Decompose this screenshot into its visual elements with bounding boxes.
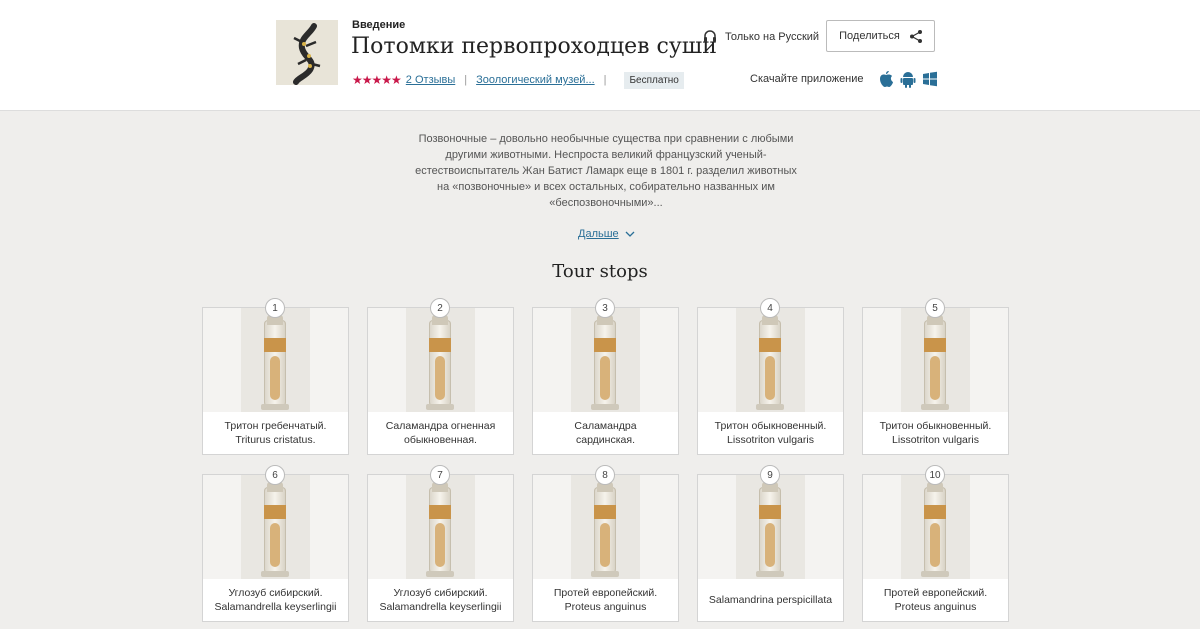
stop-name-line: Протей европейский. [553, 587, 658, 599]
tour-stop-card[interactable]: 3 Саламандра сардинская. [532, 298, 679, 455]
stop-number: 10 [925, 465, 945, 485]
specimen-photo [863, 308, 1008, 412]
stop-number: 3 [595, 298, 615, 318]
tour-stop-card[interactable]: 9 Salamandrina perspicillata [697, 465, 844, 622]
stop-latin-name: обыкновенная. [404, 434, 477, 446]
divider: | [603, 74, 607, 86]
stop-caption: Salamandrina perspicillata [698, 579, 843, 621]
tour-stop-card[interactable]: 10 Протей европейский. Proteus anguinus [862, 465, 1009, 622]
read-more-link[interactable]: Дальше [578, 228, 635, 240]
audio-language-label: Только на Русский [725, 30, 820, 43]
reviews-link[interactable]: 2 Отзывы [406, 74, 455, 86]
stop-latin-name: сардинская. [575, 434, 635, 446]
specimen-photo [203, 475, 348, 579]
share-icon [909, 29, 922, 43]
tour-stops-title: Tour stops [552, 261, 648, 282]
stop-latin-name: Lissotriton vulgaris [892, 434, 979, 446]
android-icon[interactable] [900, 70, 916, 88]
museum-link[interactable]: Зоологический музей... [476, 74, 595, 86]
apple-icon[interactable] [878, 70, 894, 88]
windows-icon[interactable] [922, 70, 938, 88]
price-badge: Бесплатно [624, 71, 684, 89]
stop-name-line: Тритон обыкновенный. [879, 420, 992, 432]
page-title: Потомки первопроходцев суши [351, 34, 717, 59]
tour-stop-card[interactable]: 4 Тритон обыкновенный. Lissotriton vulgari… [697, 298, 844, 455]
stop-latin-name: Proteus anguinus [564, 601, 647, 613]
stop-latin-name: Salamandrella keyserlingii [379, 601, 502, 613]
tour-description: Позвоночные – довольно необычные существ… [415, 133, 797, 209]
stop-name-line: Salamandrina perspicillata [708, 594, 833, 606]
specimen-photo [203, 308, 348, 412]
divider: | [464, 74, 468, 86]
specimen-photo [533, 475, 678, 579]
stop-number: 6 [265, 465, 285, 485]
stop-caption: Саламандра огненная обыкновенная. [368, 412, 513, 454]
share-button[interactable]: Поделиться [826, 20, 935, 52]
stop-name-line: Саламандра огненная [385, 420, 496, 432]
read-more-label: Дальше [578, 228, 619, 240]
audio-language: Только на Русский [703, 30, 819, 43]
stop-caption: Протей европейский. Proteus anguinus [533, 579, 678, 621]
specimen-photo [698, 475, 843, 579]
stop-latin-name: Triturus cristatus. [235, 434, 316, 446]
headphones-icon [704, 30, 716, 42]
stop-number: 5 [925, 298, 945, 318]
tour-stop-card[interactable]: 8 Протей европейский. Proteus anguinus [532, 465, 679, 622]
stop-number: 2 [430, 298, 450, 318]
stop-name-line: Протей европейский. [883, 587, 988, 599]
tour-stop-card[interactable]: 5 Тритон обыкновенный. Lissotriton vulgari… [862, 298, 1009, 455]
stop-number: 1 [265, 298, 285, 318]
download-app-label: Скачайте приложение [750, 73, 864, 85]
rating-stars: ★★★★★ [352, 73, 402, 87]
stop-number: 9 [760, 465, 780, 485]
stop-latin-name: Proteus anguinus [894, 601, 977, 613]
stop-name-line: Саламандра [574, 420, 637, 432]
tour-thumbnail [276, 20, 338, 85]
stop-caption: Тритон обыкновенный. Lissotriton vulgaris [863, 412, 1008, 454]
tour-meta: ★★★★★ 2 Отзывы | Зоологический музей... … [352, 70, 684, 90]
specimen-photo [368, 475, 513, 579]
tour-stop-card[interactable]: 2 Саламандра огненная обыкновенная. [367, 298, 514, 455]
stop-name-line: Углозуб сибирский. [228, 587, 323, 599]
stop-number: 4 [760, 298, 780, 318]
stop-latin-name: Salamandrella keyserlingii [214, 601, 337, 613]
stop-number: 8 [595, 465, 615, 485]
stop-caption: Тритон гребенчатый. Triturus cristatus. [203, 412, 348, 454]
specimen-photo [698, 308, 843, 412]
stop-name-line: Углозуб сибирский. [393, 587, 488, 599]
stop-caption: Тритон обыкновенный. Lissotriton vulgaris [698, 412, 843, 454]
specimen-photo [368, 308, 513, 412]
stop-latin-name: Lissotriton vulgaris [727, 434, 814, 446]
stop-caption: Протей европейский. Proteus anguinus [863, 579, 1008, 621]
stop-number: 7 [430, 465, 450, 485]
stop-caption: Саламандра сардинская. [533, 412, 678, 454]
tour-stop-card[interactable]: 7 Углозуб сибирский. Salamandrella keyserl… [367, 465, 514, 622]
chevron-down-icon [625, 231, 635, 237]
stop-caption: Углозуб сибирский. Salamandrella keyserli… [203, 579, 348, 621]
specimen-photo [533, 308, 678, 412]
stop-caption: Углозуб сибирский. Salamandrella keyserli… [368, 579, 513, 621]
tour-stop-card[interactable]: 1 Тритон гребенчатый. Triturus cristatus. [202, 298, 349, 455]
tour-stop-card[interactable]: 6 Углозуб сибирский. Salamandrella keyserl… [202, 465, 349, 622]
tour-header: Введение Потомки первопроходцев суши ★★★… [0, 0, 1200, 111]
platform-links [878, 70, 938, 88]
stop-name-line: Тритон обыкновенный. [714, 420, 827, 432]
stop-name-line: Тритон гребенчатый. [224, 420, 327, 432]
specimen-photo [863, 475, 1008, 579]
share-label: Поделиться [839, 30, 900, 42]
tour-eyebrow: Введение [352, 19, 406, 31]
